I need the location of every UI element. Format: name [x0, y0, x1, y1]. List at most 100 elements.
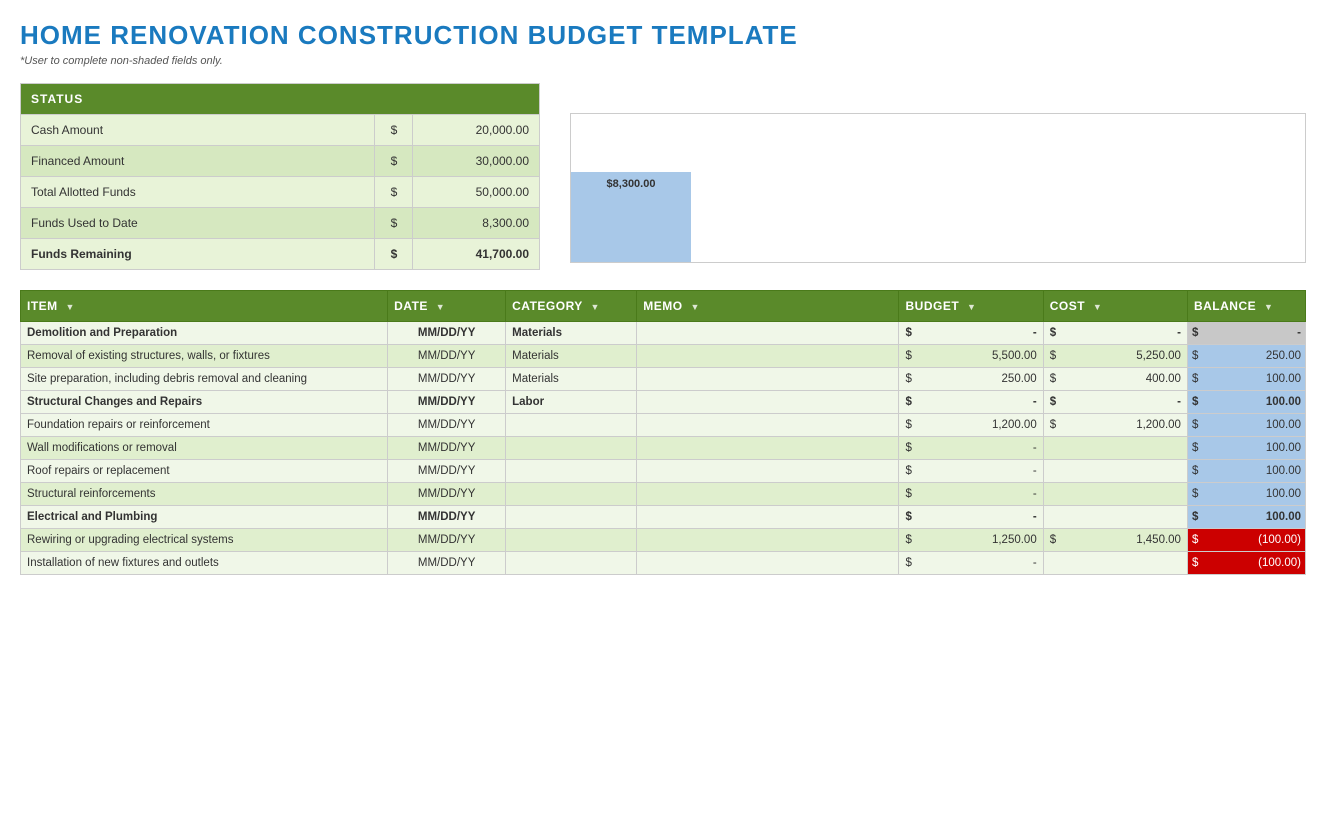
- page-title: HOME RENOVATION CONSTRUCTION BUDGET TEMP…: [20, 20, 1306, 51]
- top-section: STATUS Cash Amount $ 20,000.00 Financed …: [20, 83, 1306, 270]
- cell-balance: $100.00: [1187, 460, 1305, 483]
- main-table: ITEM ▼ DATE ▼ CATEGORY ▼ MEMO ▼ BUDGET ▼…: [20, 290, 1306, 575]
- budget-dropdown-icon[interactable]: ▼: [967, 302, 976, 312]
- cell-budget: $-: [899, 437, 1043, 460]
- status-value-used: 8,300.00: [413, 208, 540, 239]
- cell-balance: $100.00: [1187, 368, 1305, 391]
- cell-memo: [637, 552, 899, 575]
- cell-budget: $-: [899, 391, 1043, 414]
- cell-memo: [637, 483, 899, 506]
- chart-area: $8,300.00: [570, 113, 1306, 263]
- th-memo[interactable]: MEMO ▼: [637, 291, 899, 322]
- status-value-financed: 30,000.00: [413, 146, 540, 177]
- cell-memo: [637, 322, 899, 345]
- status-table: STATUS Cash Amount $ 20,000.00 Financed …: [20, 83, 540, 270]
- cell-item: Structural reinforcements: [21, 483, 388, 506]
- cell-item: Structural Changes and Repairs: [21, 391, 388, 414]
- cell-category: [506, 460, 637, 483]
- cell-cost: $1,450.00: [1043, 529, 1187, 552]
- cell-date: MM/DD/YY: [388, 529, 506, 552]
- cell-budget: $1,250.00: [899, 529, 1043, 552]
- table-row: Foundation repairs or reinforcementMM/DD…: [21, 414, 1306, 437]
- cell-category: Labor: [506, 391, 637, 414]
- chart-bar-label: $8,300.00: [607, 178, 656, 190]
- cell-item: Roof repairs or replacement: [21, 460, 388, 483]
- th-item[interactable]: ITEM ▼: [21, 291, 388, 322]
- status-value-total: 50,000.00: [413, 177, 540, 208]
- cell-budget: $-: [899, 322, 1043, 345]
- th-cost[interactable]: COST ▼: [1043, 291, 1187, 322]
- cell-budget: $-: [899, 552, 1043, 575]
- cell-item: Site preparation, including debris remov…: [21, 368, 388, 391]
- cell-category: [506, 414, 637, 437]
- cell-budget: $1,200.00: [899, 414, 1043, 437]
- cost-dropdown-icon[interactable]: ▼: [1093, 302, 1102, 312]
- table-row: Electrical and PlumbingMM/DD/YY $- $100.00: [21, 506, 1306, 529]
- cell-memo: [637, 437, 899, 460]
- cell-item: Electrical and Plumbing: [21, 506, 388, 529]
- item-dropdown-icon[interactable]: ▼: [66, 302, 75, 312]
- cell-item: Wall modifications or removal: [21, 437, 388, 460]
- cell-date: MM/DD/YY: [388, 437, 506, 460]
- cell-category: Materials: [506, 322, 637, 345]
- cell-balance: $100.00: [1187, 483, 1305, 506]
- cell-date: MM/DD/YY: [388, 414, 506, 437]
- cell-category: [506, 506, 637, 529]
- status-dollar-financed: $: [375, 146, 413, 177]
- cell-category: [506, 437, 637, 460]
- status-label-remaining: Funds Remaining: [21, 239, 375, 270]
- cell-balance: $250.00: [1187, 345, 1305, 368]
- status-value-remaining: 41,700.00: [413, 239, 540, 270]
- cell-memo: [637, 368, 899, 391]
- cell-date: MM/DD/YY: [388, 368, 506, 391]
- cell-balance: $(100.00): [1187, 552, 1305, 575]
- cell-balance: $100.00: [1187, 391, 1305, 414]
- cell-date: MM/DD/YY: [388, 506, 506, 529]
- status-header: STATUS: [21, 84, 540, 115]
- memo-dropdown-icon[interactable]: ▼: [690, 302, 699, 312]
- cell-cost: $400.00: [1043, 368, 1187, 391]
- cell-cost: [1043, 437, 1187, 460]
- cell-item: Demolition and Preparation: [21, 322, 388, 345]
- th-category[interactable]: CATEGORY ▼: [506, 291, 637, 322]
- status-value-cash: 20,000.00: [413, 115, 540, 146]
- status-row-used: Funds Used to Date $ 8,300.00: [21, 208, 540, 239]
- cell-cost: [1043, 552, 1187, 575]
- cell-budget: $5,500.00: [899, 345, 1043, 368]
- th-balance[interactable]: BALANCE ▼: [1187, 291, 1305, 322]
- cell-cost: [1043, 460, 1187, 483]
- cell-category: Materials: [506, 368, 637, 391]
- cell-balance: $100.00: [1187, 506, 1305, 529]
- status-row-total: Total Allotted Funds $ 50,000.00: [21, 177, 540, 208]
- cell-balance: $100.00: [1187, 414, 1305, 437]
- cell-cost: [1043, 483, 1187, 506]
- cell-cost: $-: [1043, 391, 1187, 414]
- cell-budget: $-: [899, 506, 1043, 529]
- cell-category: [506, 529, 637, 552]
- cell-item: Installation of new fixtures and outlets: [21, 552, 388, 575]
- table-row: Rewiring or upgrading electrical systems…: [21, 529, 1306, 552]
- cell-balance: $100.00: [1187, 437, 1305, 460]
- status-dollar-cash: $: [375, 115, 413, 146]
- table-row: Structural Changes and RepairsMM/DD/YYLa…: [21, 391, 1306, 414]
- cell-date: MM/DD/YY: [388, 460, 506, 483]
- table-row: Installation of new fixtures and outlets…: [21, 552, 1306, 575]
- chart-bar: $8,300.00: [571, 172, 691, 262]
- cell-memo: [637, 529, 899, 552]
- cell-memo: [637, 460, 899, 483]
- cell-date: MM/DD/YY: [388, 483, 506, 506]
- category-dropdown-icon[interactable]: ▼: [590, 302, 599, 312]
- table-header-row: ITEM ▼ DATE ▼ CATEGORY ▼ MEMO ▼ BUDGET ▼…: [21, 291, 1306, 322]
- date-dropdown-icon[interactable]: ▼: [436, 302, 445, 312]
- cell-budget: $-: [899, 460, 1043, 483]
- th-date[interactable]: DATE ▼: [388, 291, 506, 322]
- cell-budget: $-: [899, 483, 1043, 506]
- cell-item: Removal of existing structures, walls, o…: [21, 345, 388, 368]
- cell-date: MM/DD/YY: [388, 345, 506, 368]
- th-budget[interactable]: BUDGET ▼: [899, 291, 1043, 322]
- balance-dropdown-icon[interactable]: ▼: [1264, 302, 1273, 312]
- subtitle: *User to complete non-shaded fields only…: [20, 55, 1306, 67]
- status-label-cash: Cash Amount: [21, 115, 375, 146]
- cell-category: [506, 552, 637, 575]
- cell-category: [506, 483, 637, 506]
